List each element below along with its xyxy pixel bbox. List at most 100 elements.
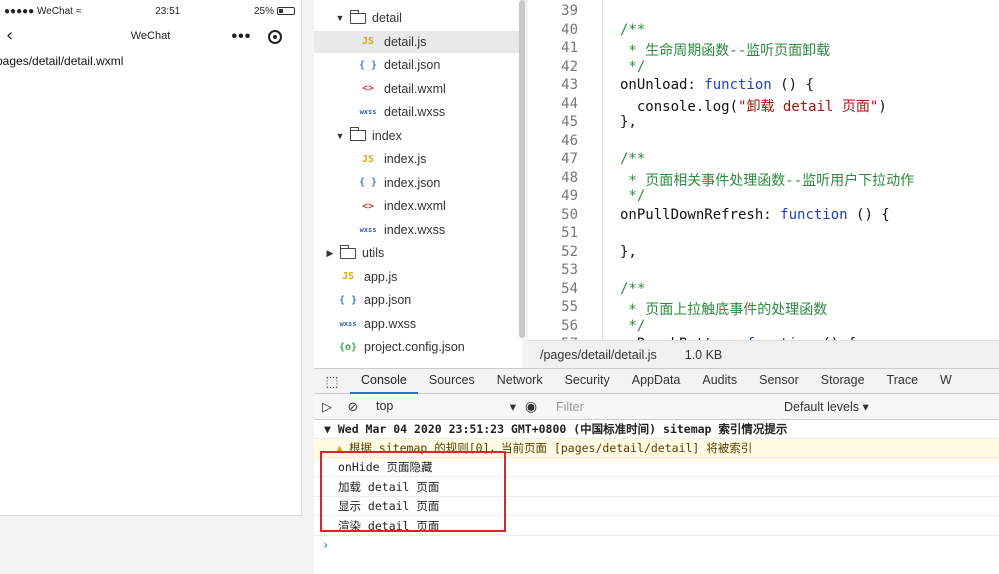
code-line: onUnload: function () {	[620, 77, 814, 93]
clear-console-icon[interactable]: ⊘	[340, 399, 366, 415]
tree-file-detail-json[interactable]: { } detail.json	[314, 54, 519, 76]
folder-icon	[350, 9, 366, 24]
code-line: onPullDownRefresh: function () {	[620, 206, 890, 223]
context-selector[interactable]: top ▾	[376, 399, 516, 414]
filter-input[interactable]: Filter	[550, 400, 772, 414]
back-icon[interactable]: ‹	[6, 25, 13, 46]
console-toolbar: ▷ ⊘ top ▾ ◉ Filter Default levels ▾	[314, 394, 999, 420]
code-line: */	[620, 58, 646, 75]
line-number: 50	[561, 206, 578, 223]
tree-file-app-wxss[interactable]: wxss app.wxss	[314, 313, 519, 335]
tab-appdata[interactable]: AppData	[621, 368, 692, 394]
tree-item-label: detail.wxss	[384, 105, 446, 119]
line-number: 47	[561, 151, 578, 167]
battery-icon	[277, 7, 295, 15]
line-number: 44	[561, 95, 578, 112]
tree-folder-detail[interactable]: ▼ detail	[314, 7, 519, 29]
indent-guide	[602, 0, 603, 340]
code-line: /**	[620, 280, 646, 297]
file-tree: ▼ detail JS detail.js { } detail.json <> detail…	[314, 0, 522, 368]
line-number: 42	[561, 58, 578, 75]
tree-file-index-js[interactable]: JS index.js	[314, 148, 519, 170]
tree-item-label: detail.wxml	[384, 81, 446, 96]
code-editor[interactable]: 39404142434445464748495051525354555657/*…	[528, 0, 999, 340]
sidebar-toggle-icon[interactable]: ▷	[314, 399, 340, 415]
code-line: },	[620, 243, 637, 260]
line-number: 54	[561, 280, 578, 297]
line-number: 39	[561, 3, 578, 19]
file-type-icon: {o}	[338, 341, 358, 353]
more-icon[interactable]: •••	[232, 29, 252, 45]
folder-icon	[340, 244, 356, 259]
caret-down-icon[interactable]: ▼	[334, 13, 346, 23]
tree-file-detail-wxss[interactable]: wxss detail.wxss	[314, 101, 519, 123]
tab-sensor[interactable]: Sensor	[748, 368, 810, 394]
tree-item-label: index.wxml	[384, 199, 446, 213]
tree-item-label: detail.json	[384, 58, 441, 72]
close-record-icon[interactable]	[268, 30, 283, 44]
tab-storage[interactable]: Storage	[810, 368, 876, 394]
code-line: * 页面上拉触底事件的处理函数	[620, 302, 828, 318]
file-size: 1.0 KB	[684, 347, 723, 362]
battery-percent: 25%	[253, 5, 274, 17]
console-group-header[interactable]: ▼ Wed Mar 04 2020 23:51:23 GMT+0800 (中国标…	[314, 420, 999, 439]
line-number: 45	[561, 114, 578, 130]
code-line: /**	[620, 151, 646, 167]
tab-w[interactable]: W	[929, 368, 963, 394]
line-number: 51	[561, 225, 578, 241]
file-type-icon: wxss	[339, 319, 357, 328]
line-number: 55	[561, 299, 578, 315]
tree-file-index-wxss[interactable]: wxss index.wxss	[314, 219, 519, 241]
tree-scrollbar[interactable]	[519, 0, 525, 338]
line-number: 43	[561, 77, 578, 93]
sim-status-bar: ●●●●● WeChat ≈ 23:51 25%	[0, 0, 301, 22]
caret-down-icon[interactable]: ▼	[334, 131, 346, 141]
context-value: top	[376, 399, 394, 413]
tree-file-app-js[interactable]: JS app.js	[314, 266, 519, 288]
tree-item-label: project.config.json	[364, 340, 465, 354]
tree-item-label: index.wxss	[384, 222, 446, 237]
carrier-label: ●●●●● WeChat	[4, 5, 73, 17]
tab-security[interactable]: Security	[554, 368, 621, 394]
file-type-icon: wxss	[359, 225, 377, 234]
file-type-icon: JS	[341, 271, 355, 282]
tab-trace[interactable]: Trace	[876, 368, 930, 394]
console-prompt-icon[interactable]: ›	[322, 538, 329, 552]
file-type-icon: JS	[361, 153, 375, 165]
log-levels-dropdown[interactable]: Default levels ▾	[784, 399, 869, 414]
tree-file-detail-js[interactable]: JS detail.js	[314, 30, 519, 53]
wifi-icon: ≈	[75, 5, 82, 17]
tab-sources[interactable]: Sources	[418, 368, 486, 394]
tree-item-label: app.js	[364, 269, 398, 284]
inspect-icon[interactable]: ⬚	[314, 373, 350, 390]
line-number: 48	[561, 169, 578, 186]
tree-file-detail-wxml[interactable]: <> detail.wxml	[314, 78, 519, 100]
tab-console[interactable]: Console	[350, 368, 418, 394]
code-line: },	[620, 114, 637, 130]
tab-network[interactable]: Network	[486, 368, 554, 394]
devtools-tabbar: ⬚ Console Sources Network Security AppData Au…	[314, 368, 999, 394]
tree-item-label: utils	[362, 246, 385, 260]
file-type-icon: { }	[358, 177, 378, 188]
line-number: 49	[561, 188, 578, 204]
editor-status-bar: /pages/detail/detail.js 1.0 KB	[528, 340, 999, 368]
line-number: 41	[561, 40, 578, 56]
file-type-icon: <>	[361, 83, 375, 94]
tree-file-app-json[interactable]: { } app.json	[314, 289, 519, 311]
file-type-icon: JS	[361, 36, 375, 47]
line-number: 52	[561, 243, 578, 260]
tree-file-project-config-json[interactable]: {o} project.config.json	[314, 336, 519, 358]
tab-audits[interactable]: Audits	[691, 368, 748, 394]
caret-right-icon[interactable]: ▶	[324, 248, 336, 259]
line-number: 53	[561, 262, 578, 278]
tree-file-index-json[interactable]: { } index.json	[314, 172, 519, 194]
file-type-icon: { }	[338, 294, 358, 306]
code-line: */	[620, 188, 646, 204]
eye-icon[interactable]: ◉	[516, 398, 546, 415]
tree-item-label: detail.js	[384, 34, 427, 49]
tree-folder-utils[interactable]: ▶ utils	[314, 242, 519, 264]
tree-file-index-wxml[interactable]: <> index.wxml	[314, 195, 519, 217]
tree-item-label: app.json	[364, 293, 412, 307]
code-line: */	[620, 317, 646, 334]
tree-folder-index[interactable]: ▼ index	[314, 125, 519, 147]
